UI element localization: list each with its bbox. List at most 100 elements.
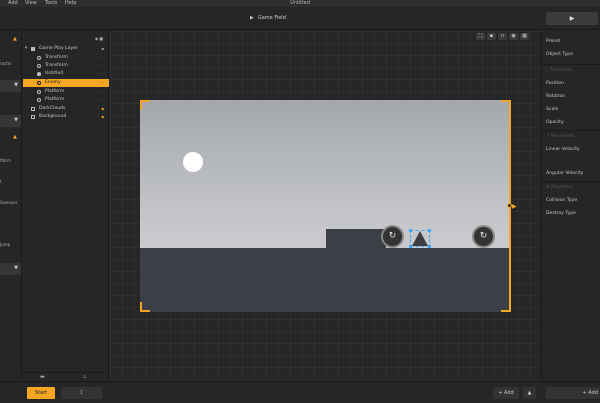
strip-label-blank: t (0, 179, 2, 184)
layer-label: Transform (45, 55, 68, 60)
layer-label: Platform (45, 97, 65, 102)
sun-object[interactable] (183, 152, 203, 172)
layer-row-darkclouds[interactable]: DarkClouds ·▪ (23, 105, 109, 113)
transform-gizmo-icon[interactable]: ↻ (381, 225, 404, 248)
chevron-down-icon: ▼ (14, 82, 18, 88)
play-icon: ▶ (569, 15, 575, 22)
magnet-icon[interactable]: ∩ (498, 33, 507, 40)
menu-tools[interactable]: Tools (45, 0, 57, 6)
bottom-bar: Start 1 + Add ▲ + Add (0, 381, 600, 403)
start-button[interactable]: Start (27, 387, 55, 399)
row-visibility-controls[interactable]: ·· (99, 62, 106, 70)
menu-help[interactable]: Help (65, 0, 76, 6)
scene-viewport[interactable]: ⛶ ▪ ∩ ◉ ▦ ↻ ↻ ▶ (110, 31, 540, 380)
row-visibility-controls[interactable]: ·· (99, 96, 106, 104)
collapse-caret-icon[interactable]: ▲ (13, 134, 18, 140)
platform-object[interactable] (326, 229, 386, 249)
fit-view-icon[interactable]: ⛶ (476, 33, 485, 40)
layer-row-untitled[interactable]: Untitled ·· (23, 70, 109, 78)
chevron-down-icon: ▼ (14, 265, 18, 271)
document-title-label: Game Field (257, 15, 286, 21)
document-title: ▶ Game Field (250, 15, 286, 21)
angular-velocity-label[interactable]: Angular Velocity (546, 171, 583, 176)
preset-label[interactable]: Preset (546, 39, 560, 44)
person-icon (37, 72, 41, 76)
lock-icon[interactable]: ■ (99, 36, 104, 41)
transform-icon (37, 56, 41, 60)
layer-panel: ◉■ ▾ Game Play Layer ·▪ Transform ·· Tra… (23, 31, 109, 380)
menu-bar: Untitled Add View Tools Help (0, 0, 600, 7)
selection-box[interactable] (410, 230, 430, 247)
layer-row-enemy[interactable]: Enemy ·· (23, 79, 109, 87)
transform-gizmo-icon[interactable]: ↻ (472, 225, 495, 248)
add-property-button[interactable]: + Add (546, 387, 600, 399)
window-title: Untitled (290, 0, 310, 6)
destroy-type-label[interactable]: Destroy Type (546, 211, 576, 216)
collision-type-label[interactable]: Collision Type (546, 198, 577, 203)
row-visibility-controls[interactable]: ·· (99, 88, 106, 96)
row-visibility-controls[interactable]: ·▪ (98, 45, 106, 53)
layer-row-platform[interactable]: Platform ·· (23, 88, 109, 96)
row-visibility-controls[interactable]: ·· (99, 79, 106, 87)
chevron-down-icon: ▼ (14, 117, 18, 123)
lock-view-icon[interactable]: ▪ (487, 33, 496, 40)
trash-icon[interactable]: ▫ (83, 374, 86, 380)
ground-object[interactable] (140, 248, 510, 312)
row-visibility-controls[interactable]: ·· (99, 70, 106, 78)
row-lock-control[interactable]: ·▪ (98, 113, 106, 121)
strip-label-character: racter (0, 61, 12, 66)
play-small-icon: ▶ (250, 15, 254, 21)
position-label[interactable]: Position (546, 81, 564, 86)
scale-label[interactable]: Scale (546, 107, 558, 112)
target-icon (37, 90, 41, 94)
layer-row-background[interactable]: Background ·▪ (23, 113, 109, 121)
object-type-label[interactable]: Object Type (546, 52, 573, 57)
grid-icon[interactable]: ▦ (520, 33, 529, 40)
selection-handle[interactable] (428, 229, 431, 232)
layer-row-transform[interactable]: Transform ·· (23, 54, 109, 62)
selection-handle[interactable] (409, 245, 412, 248)
menu-add[interactable]: Add (8, 0, 18, 6)
game-scene[interactable]: ↻ ↻ (140, 100, 510, 312)
layer-label: Enemy (45, 80, 61, 85)
linear-velocity-label[interactable]: Linear Velocity (546, 147, 580, 152)
strip-dropdown-1[interactable]: ▼ (0, 80, 21, 92)
arrow-right-icon[interactable]: ▶ (512, 203, 517, 210)
toolbar: ▶ Game Field ▶ (0, 8, 600, 30)
expand-caret-icon[interactable]: ▾ (25, 45, 27, 53)
play-button[interactable]: ▶ (546, 12, 598, 25)
strip-label-sweeper: Sweeper (0, 200, 18, 205)
transform-icon (37, 64, 41, 68)
layer-row-game-play-layer[interactable]: ▾ Game Play Layer ·▪ (23, 45, 109, 53)
strip-dropdown-3[interactable]: ▼ (0, 263, 21, 275)
properties-panel: Preset Object Type ⛶ Transform Position … (541, 31, 600, 380)
chevron-up-icon[interactable]: ▲ (523, 387, 536, 399)
selection-handle[interactable] (409, 229, 412, 232)
layer-row-platform[interactable]: Platform ·· (23, 96, 109, 104)
rotation-label[interactable]: Rotation (546, 94, 565, 99)
row-lock-control[interactable]: ·▪ (98, 105, 106, 113)
image-icon (31, 115, 35, 119)
divider (542, 64, 600, 65)
section-title: Movement (550, 134, 574, 139)
layer-row-transform[interactable]: Transform ·· (23, 62, 109, 70)
layer-label: Platform (45, 89, 65, 94)
strip-label-jump: Jump (0, 242, 11, 247)
row-visibility-controls[interactable]: ·· (99, 54, 106, 62)
behaviors-strip: ▲ racter ▼ ▼ ▲ tform t Sweeper Jump ▼ (0, 31, 22, 380)
opacity-label[interactable]: Opacity (546, 120, 564, 125)
folder-icon[interactable]: ▬ (40, 374, 45, 380)
menu-view[interactable]: View (25, 0, 37, 6)
camera-frame-corner (140, 302, 150, 312)
viewport-tools: ⛶ ▪ ∩ ◉ ▦ (476, 33, 529, 40)
collapse-caret-icon[interactable]: ▲ (13, 36, 18, 42)
visibility-icon[interactable]: ◉ (509, 33, 518, 40)
divider (542, 181, 600, 182)
movement-section-header: ↗ Movement (546, 134, 574, 139)
count-field[interactable]: 1 (61, 387, 102, 399)
image-icon (31, 107, 35, 111)
selection-handle[interactable] (428, 245, 431, 248)
add-button[interactable]: + Add (493, 387, 519, 399)
divider (542, 130, 600, 131)
strip-dropdown-2[interactable]: ▼ (0, 115, 21, 127)
